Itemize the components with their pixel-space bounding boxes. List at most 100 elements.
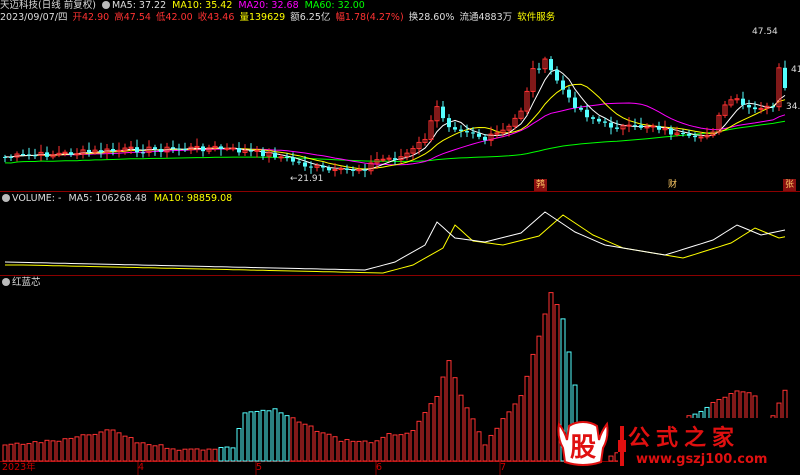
quote-low: 低42.00 [155, 12, 193, 23]
indicator-bar [212, 448, 218, 462]
indicator-bar [278, 412, 284, 462]
chart-canvas[interactable] [0, 0, 800, 475]
indicator-bar [8, 443, 14, 462]
candle-body [332, 169, 338, 172]
indicator-bar [266, 410, 272, 462]
candle-body [609, 122, 613, 128]
candle-body [453, 127, 457, 130]
ma5-value: MA5: 37.22 [101, 0, 166, 11]
candle-body [471, 132, 475, 134]
candle-body [33, 155, 37, 157]
candle-body [447, 118, 451, 128]
volume-ma5-line [4, 211, 786, 271]
candle-body [135, 147, 139, 153]
indicator-title: 红蓝芯 [12, 277, 41, 288]
quote-bar: 2023/09/07/四 开42.90 高47.54 低42.00 收43.46… [0, 12, 800, 24]
indicator-bar [230, 447, 236, 462]
candle-body [687, 133, 691, 136]
candle-body [224, 147, 230, 150]
quote-volume: 量139629 [239, 12, 286, 23]
ma60-value: MA60: 32.00 [304, 0, 365, 11]
candle-body [237, 148, 241, 153]
event-tag-3[interactable]: 张 [783, 179, 797, 191]
volume-settings-icon[interactable] [2, 194, 10, 202]
indicator-bar [44, 439, 50, 462]
event-tag-2[interactable]: 财 [666, 179, 679, 191]
candle-body [555, 70, 559, 81]
indicator-bar [14, 442, 20, 462]
candle-body [380, 158, 386, 161]
indicator-bar [464, 407, 470, 462]
indicator-bar [104, 429, 110, 462]
indicator-bar [242, 412, 248, 462]
ma10-value: MA10: 35.42 [172, 0, 233, 11]
candle-body [219, 146, 223, 149]
indicator-bar [68, 437, 74, 462]
candle-body [87, 149, 91, 153]
candle-body [597, 118, 601, 122]
indicator-bar [422, 412, 428, 462]
indicator-bar [476, 431, 482, 462]
indicator-bar [110, 429, 116, 462]
candle-body [579, 107, 583, 110]
indicator-bar [176, 449, 182, 462]
right-price-label-mid: 34.9 [786, 102, 800, 112]
indicator-bar [506, 411, 512, 462]
indicator-bar [512, 403, 518, 462]
candle-body [626, 124, 632, 127]
indicator-bar [248, 411, 254, 462]
indicator-bar [500, 418, 506, 462]
indicator-bar [548, 292, 554, 462]
indicator-bar [314, 430, 320, 462]
indicator-bar [140, 442, 146, 462]
indicator-bar [518, 395, 524, 462]
settings-dot-icon[interactable] [101, 1, 110, 9]
quote-sector[interactable]: 软件服务 [517, 12, 555, 23]
indicator-bar [164, 447, 170, 462]
indicator-bar [410, 430, 416, 462]
candle-body [230, 147, 236, 150]
indicator-bar [116, 432, 122, 462]
indicator-bar [206, 448, 212, 462]
quote-high: 高47.54 [114, 12, 151, 23]
indicator-bar [362, 440, 368, 462]
candle-body [741, 98, 745, 105]
indicator-bar [50, 440, 56, 462]
indicator-bar [398, 434, 404, 462]
indicator-settings-icon[interactable] [2, 278, 10, 286]
candle-body [657, 125, 661, 130]
indicator-bar [86, 434, 92, 462]
indicator-bar [392, 434, 398, 462]
indicator-bar [290, 417, 296, 462]
candle-body [254, 149, 260, 152]
indicator-bar [404, 432, 410, 462]
indicator-bar [260, 409, 266, 462]
indicator-bar [542, 313, 548, 462]
candle-body [116, 149, 122, 152]
ma20-value: MA20: 32.68 [238, 0, 299, 11]
candle-body [747, 104, 751, 108]
indicator-bar [98, 431, 104, 462]
quote-date: 2023/09/07/四 [0, 12, 68, 23]
candle-body [285, 156, 289, 158]
candle-body [327, 167, 331, 171]
candle-body [363, 169, 367, 171]
watermark-bar-icon [618, 426, 626, 466]
candle-body [111, 148, 115, 152]
indicator-bar [470, 418, 476, 462]
candle-body [585, 109, 589, 118]
quote-turnover: 换28.60% [408, 12, 455, 23]
event-tag-1[interactable]: 鹁 [534, 179, 548, 191]
indicator-bar [254, 410, 260, 462]
candle-body [698, 136, 704, 139]
candle-body [201, 146, 205, 152]
indicator-bar [122, 435, 128, 462]
candle-body [21, 153, 25, 155]
x-axis-label-jun: 6 [376, 462, 383, 473]
candle-body [567, 89, 571, 98]
x-axis-label-apr: 4 [138, 462, 145, 473]
candle-body [561, 80, 565, 90]
indicator-bar [170, 448, 176, 462]
candle-body [249, 150, 253, 152]
watermark-url: www.gszj100.com [636, 452, 768, 467]
